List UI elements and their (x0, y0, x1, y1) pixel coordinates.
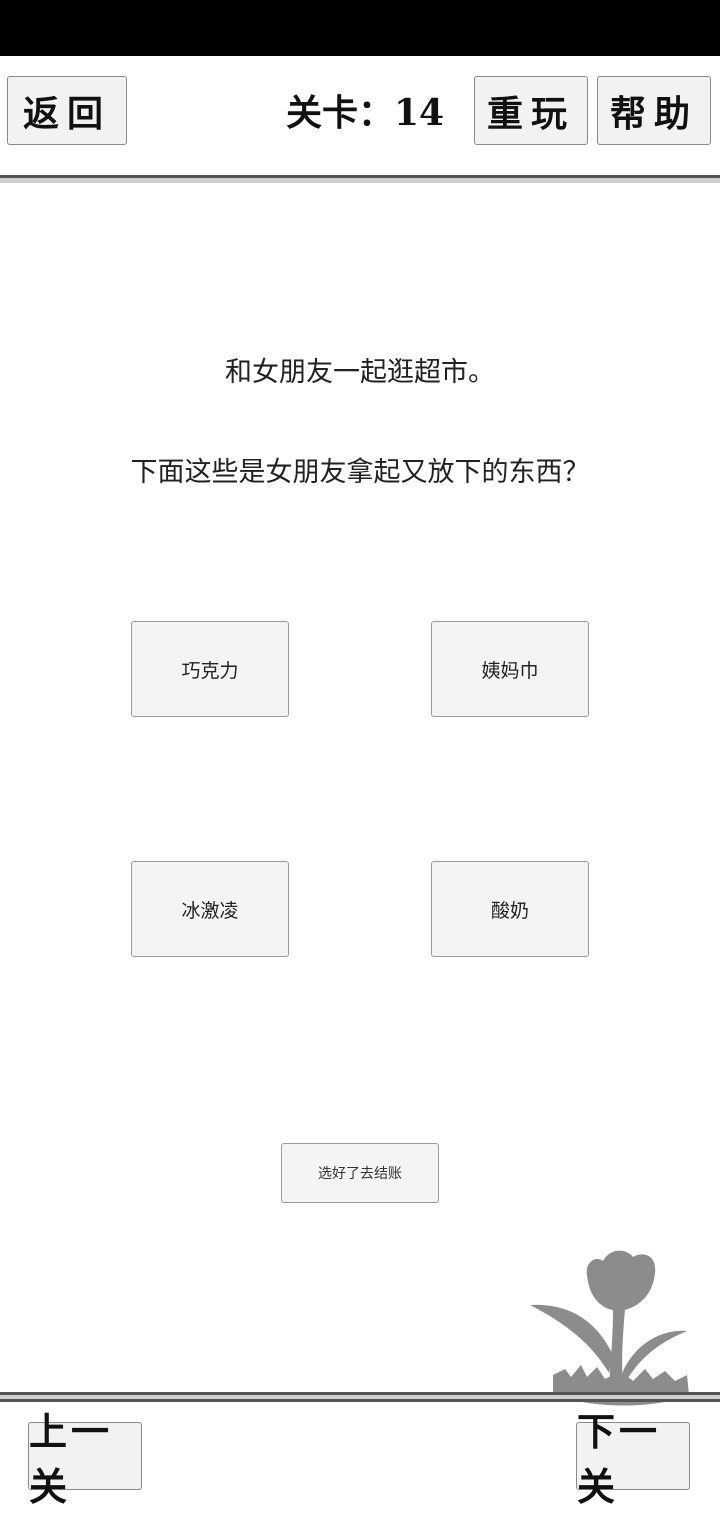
choice-ice-cream[interactable]: 冰激凌 (131, 861, 289, 957)
help-button[interactable]: 帮助 (597, 76, 711, 145)
checkout-button[interactable]: 选好了去结账 (281, 1143, 439, 1203)
level-indicator: 关卡：14 (285, 92, 445, 134)
status-bar (0, 0, 720, 56)
tulip-icon (530, 1250, 689, 1406)
choice-chocolate[interactable]: 巧克力 (131, 621, 289, 717)
question-line-1: 和女朋友一起逛超市。 (225, 357, 495, 388)
prev-level-button[interactable]: 上一关 (28, 1409, 142, 1509)
choice-yogurt[interactable]: 酸奶 (431, 861, 589, 957)
choice-sanitary-pad[interactable]: 姨妈巾 (431, 621, 589, 717)
question-line-2: 下面这些是女朋友拿起又放下的东西？ (130, 457, 590, 488)
header-divider (0, 175, 720, 183)
back-button[interactable]: 返回 (7, 76, 127, 145)
replay-button[interactable]: 重玩 (474, 76, 588, 145)
next-level-button[interactable]: 下一关 (576, 1409, 690, 1509)
